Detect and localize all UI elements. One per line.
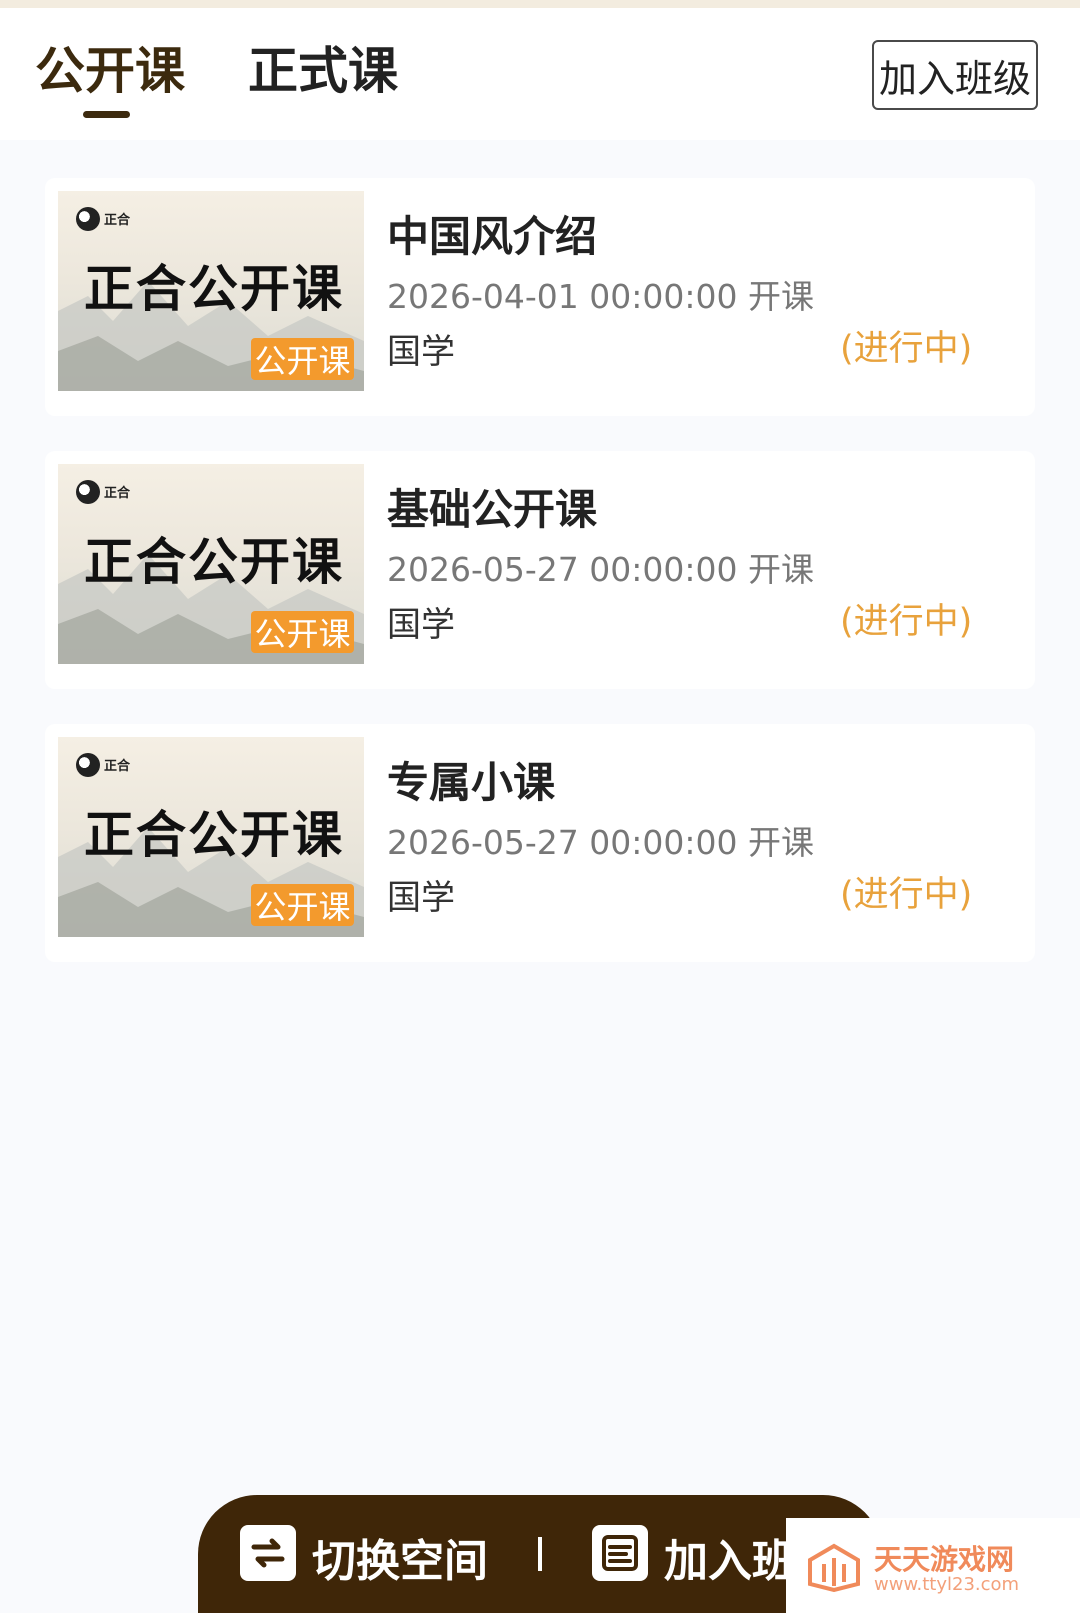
course-list: 正合 正合公开课 公开课 中国风介绍 2026-04-01 00:00:00 开… — [45, 178, 1035, 997]
join-class-bottom-button[interactable]: 加入班 — [664, 1525, 796, 1589]
switch-icon[interactable] — [240, 1525, 296, 1581]
course-category: 国学 — [387, 605, 455, 645]
course-category: 国学 — [387, 878, 455, 918]
course-title: 基础公开课 — [387, 485, 598, 534]
course-title: 中国风介绍 — [387, 212, 598, 261]
thumbnail-title: 正合公开课 — [84, 805, 344, 864]
course-status: (进行中) — [840, 875, 973, 915]
brand-logo-icon — [76, 753, 100, 777]
brand-logo-icon — [76, 480, 100, 504]
public-course-badge: 公开课 — [251, 338, 354, 380]
join-class-icon[interactable] — [592, 1525, 648, 1581]
switch-space-button[interactable]: 切换空间 — [312, 1525, 488, 1589]
course-title: 专属小课 — [387, 758, 556, 807]
tab-formal-courses[interactable]: 正式课 — [248, 46, 398, 96]
course-start-date: 2026-04-01 00:00:00 开课 — [387, 277, 814, 316]
tab-public-courses[interactable]: 公开课 — [35, 46, 185, 96]
course-thumbnail: 正合 正合公开课 公开课 — [58, 737, 364, 937]
brand-logo-icon — [76, 207, 100, 231]
course-thumbnail: 正合 正合公开课 公开课 — [58, 464, 364, 664]
join-class-button[interactable]: 加入班级 — [872, 40, 1038, 110]
course-start-date: 2026-05-27 00:00:00 开课 — [387, 823, 814, 862]
watermark-name: 天天游戏网 — [874, 1543, 1015, 1576]
watermark-logo-icon — [808, 1543, 860, 1592]
active-tab-indicator — [83, 111, 130, 118]
thumbnail-title: 正合公开课 — [84, 259, 344, 318]
course-category: 国学 — [387, 332, 455, 372]
course-start-date: 2026-05-27 00:00:00 开课 — [387, 550, 814, 589]
brand-logo-text: 正合 — [104, 486, 131, 501]
course-card[interactable]: 正合 正合公开课 公开课 专属小课 2026-05-27 00:00:00 开课… — [45, 724, 1035, 962]
public-course-badge: 公开课 — [251, 611, 354, 653]
brand-logo-text: 正合 — [104, 213, 131, 228]
watermark-url: www.ttyl23.com — [874, 1574, 1020, 1595]
public-course-badge: 公开课 — [251, 884, 354, 926]
thumbnail-title: 正合公开课 — [84, 532, 344, 591]
course-status: (进行中) — [840, 329, 973, 369]
divider — [538, 1537, 542, 1571]
header: 公开课 正式课 加入班级 — [0, 8, 1080, 140]
course-status: (进行中) — [840, 602, 973, 642]
bottom-action-bar: 切换空间 加入班 — [198, 1495, 882, 1613]
site-watermark: 天天游戏网 www.ttyl23.com — [786, 1518, 1080, 1613]
top-strip — [0, 0, 1080, 8]
course-card[interactable]: 正合 正合公开课 公开课 基础公开课 2026-05-27 00:00:00 开… — [45, 451, 1035, 689]
brand-logo-text: 正合 — [104, 759, 131, 774]
course-card[interactable]: 正合 正合公开课 公开课 中国风介绍 2026-04-01 00:00:00 开… — [45, 178, 1035, 416]
course-thumbnail: 正合 正合公开课 公开课 — [58, 191, 364, 391]
